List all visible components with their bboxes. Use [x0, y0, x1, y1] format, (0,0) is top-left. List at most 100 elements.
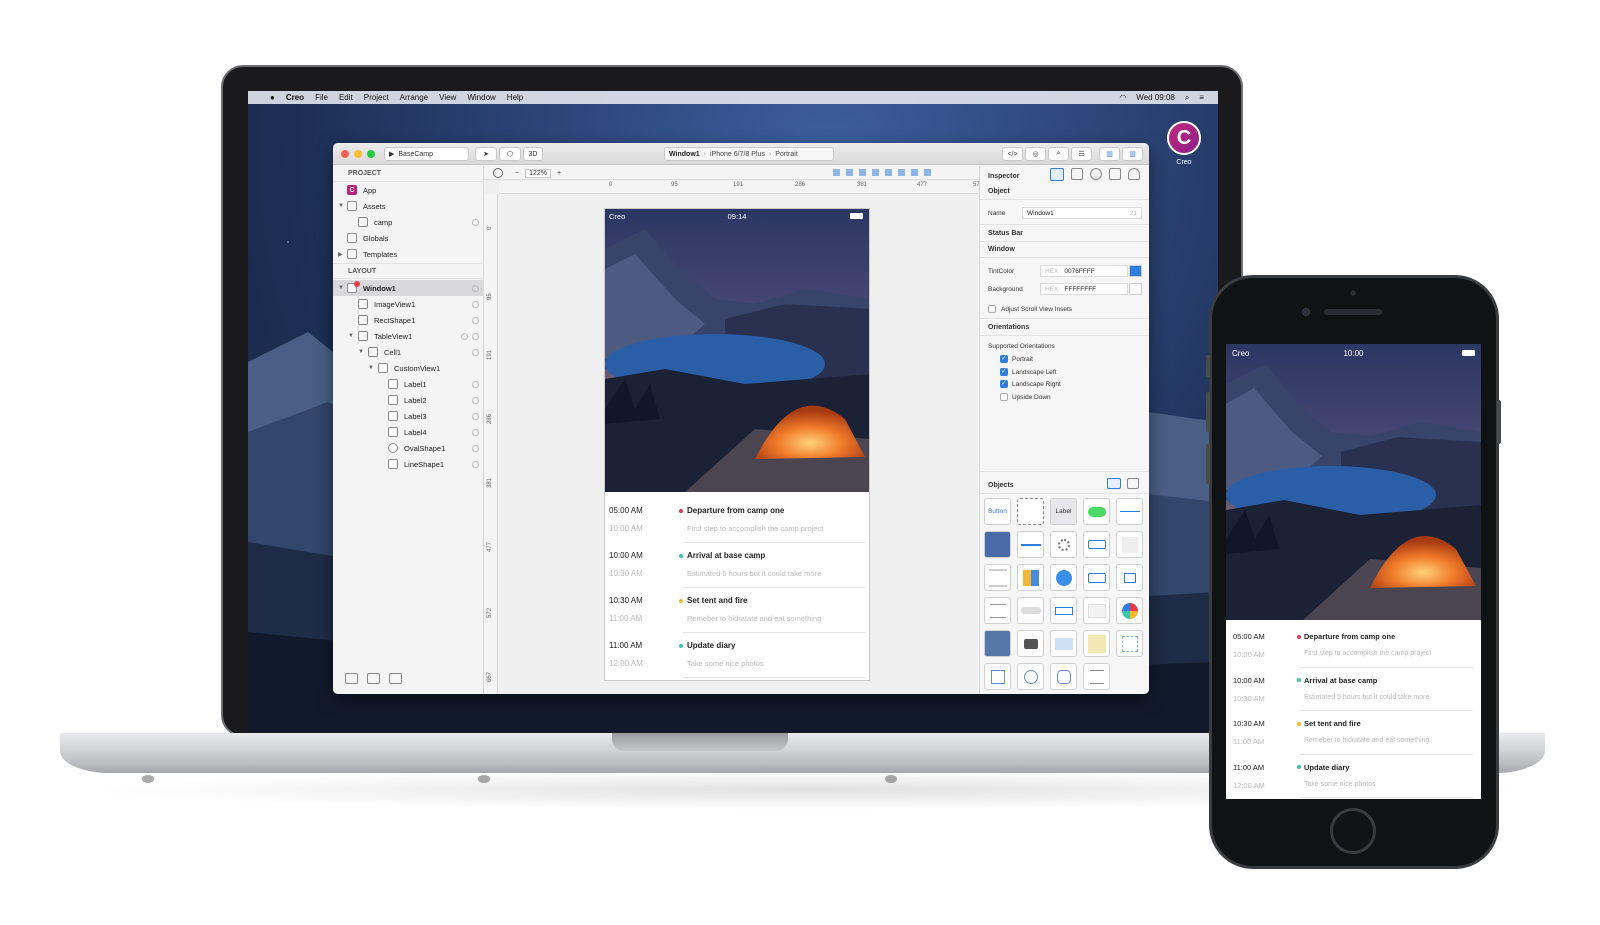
event-list[interactable]: 05:00 AM 10:00 AM Departure from camp one F… [605, 492, 869, 680]
orientation-checkbox[interactable] [1000, 367, 1008, 376]
disclosure-closed-icon[interactable]: ▶ [338, 251, 343, 258]
breadcrumb-device[interactable]: iPhone 6/7/8 Plus [710, 151, 765, 158]
object-gallery[interactable] [984, 630, 1011, 657]
align-left-icon[interactable] [833, 169, 840, 176]
camp-image[interactable] [605, 209, 870, 492]
minimize-button[interactable] [354, 150, 362, 158]
object-button[interactable]: Button [984, 498, 1011, 525]
close-button[interactable] [341, 150, 349, 158]
breadcrumb-window[interactable]: Window1 [669, 151, 700, 158]
object-dimension[interactable] [1116, 630, 1143, 657]
background-field[interactable]: HEX FFFFFFFF [1040, 283, 1128, 295]
tree-item-camp[interactable]: camp [333, 214, 484, 230]
design-canvas[interactable]: − 122% + 0 95 191 286 381 477 57 0 95 19… [485, 166, 980, 694]
visibility-icon[interactable] [472, 460, 479, 468]
align-center-icon[interactable] [846, 169, 853, 176]
tintcolor-swatch[interactable] [1129, 265, 1142, 277]
object-textfield[interactable] [1050, 597, 1077, 624]
tree-item-label4[interactable]: Label4 [333, 424, 484, 440]
tree-item-app[interactable]: C App [333, 182, 484, 198]
apple-icon[interactable]: ● [270, 93, 275, 102]
tree-item-cell1[interactable]: ▼ Cell1 [333, 344, 484, 360]
disclosure-open-icon[interactable]: ▼ [358, 349, 364, 355]
spotlight-icon[interactable]: ⌕ [1185, 93, 1189, 103]
view-3d-button[interactable]: 3D [523, 147, 543, 161]
tree-item-assets[interactable]: ▼ Assets [333, 198, 484, 214]
camp-image[interactable] [1226, 344, 1481, 620]
list-item[interactable]: 10:30 AM 11:00 AM Set tent and fire Remeber… [1226, 715, 1481, 759]
phone-screen[interactable]: Creo 10:00 05:00 AM 10:00 AM Departure fro… [1226, 344, 1481, 799]
object-webview[interactable] [1050, 564, 1077, 591]
tree-item-label1[interactable]: Label1 [333, 376, 484, 392]
event-list[interactable]: 05:00 AM 10:00 AM Departure from camp one F… [1226, 620, 1481, 799]
tree-item-label3[interactable]: Label3 [333, 408, 484, 424]
add-template-icon[interactable] [389, 673, 402, 684]
menu-help[interactable]: Help [507, 93, 523, 102]
visibility-icon[interactable] [472, 380, 479, 388]
object-rect-shape[interactable] [984, 663, 1011, 690]
visibility-icon[interactable] [472, 284, 479, 292]
object-segmented[interactable] [1083, 564, 1110, 591]
object-label[interactable]: Label [1050, 498, 1077, 525]
zoom-in-button[interactable]: + [557, 170, 561, 177]
object-stepper[interactable] [1083, 531, 1110, 558]
media-library-tab-icon[interactable] [1127, 478, 1139, 489]
creo-app-icon[interactable]: C [1167, 121, 1201, 155]
object-progress[interactable] [1017, 531, 1044, 558]
menu-window[interactable]: Window [467, 93, 495, 102]
add-asset-icon[interactable] [367, 673, 380, 684]
align-middle-icon[interactable] [885, 169, 892, 176]
objects-library-tab-icon[interactable] [1107, 478, 1121, 489]
object-view[interactable] [1017, 498, 1044, 525]
list-button[interactable]: ☰ [1071, 147, 1092, 161]
menu-project[interactable]: Project [364, 93, 389, 102]
zoom-fit-icon[interactable] [493, 168, 503, 178]
object-media-player[interactable] [1050, 630, 1077, 657]
object-slider[interactable] [1116, 498, 1143, 525]
list-item[interactable]: 10:30 AM 11:00 AM Set tent and fire Remeber… [605, 592, 869, 637]
zoom-out-button[interactable]: − [515, 170, 519, 177]
object-oval-shape[interactable] [1017, 663, 1044, 690]
disclosure-open-icon[interactable]: ▼ [338, 285, 344, 291]
object-searchbar[interactable] [1017, 597, 1044, 624]
attachment-tab-icon[interactable] [1109, 168, 1121, 180]
visibility-icon[interactable] [472, 428, 479, 436]
align-top-icon[interactable] [872, 169, 879, 176]
object-imageview[interactable] [984, 531, 1011, 558]
tree-item-rectshape1[interactable]: RectShape1 [333, 312, 484, 328]
signal-tab-icon[interactable] [1128, 168, 1140, 180]
menu-app-name[interactable]: Creo [286, 93, 304, 102]
tree-item-ovalshape1[interactable]: OvalShape1 [333, 440, 484, 456]
tree-item-tableview1[interactable]: ▼ TableView1 [333, 328, 484, 344]
add-window-icon[interactable] [345, 673, 358, 684]
object-share[interactable] [1116, 564, 1143, 591]
disclosure-open-icon[interactable]: ▼ [348, 333, 354, 339]
toggle-left-panel-button[interactable]: ▥ [1099, 147, 1120, 161]
menubar-clock[interactable]: Wed 09:08 [1136, 93, 1175, 102]
breadcrumb-orientation[interactable]: Portrait [775, 151, 798, 158]
tree-item-lineshape1[interactable]: LineShape1 [333, 456, 484, 472]
name-field[interactable]: Window1 21 [1022, 207, 1142, 219]
search-button[interactable]: ⌕ [1048, 147, 1069, 161]
list-item[interactable]: 05:00 AM 10:00 AM Departure from camp one F… [1226, 628, 1481, 672]
disclosure-open-icon[interactable]: ▼ [368, 365, 374, 371]
cube-button[interactable]: ⬡ [499, 147, 521, 161]
object-polygon-shape[interactable] [1050, 663, 1077, 690]
run-scheme-button[interactable]: ▶ BaseCamp [384, 147, 469, 161]
preview-button[interactable]: ◎ [1025, 147, 1046, 161]
orientation-checkbox[interactable] [1000, 354, 1008, 363]
list-item[interactable]: 11:00 AM 12:00 AM Update diary Take some ni… [605, 637, 869, 680]
notification-center-icon[interactable]: ≡ [1199, 93, 1204, 102]
device-preview[interactable]: Creo 09:14 05:00 AM 10:00 AM Departure fro… [604, 208, 870, 681]
visibility-icon[interactable] [472, 396, 479, 404]
tree-item-templates[interactable]: ▶ Templates [333, 246, 484, 262]
list-item[interactable]: 11:00 AM 12:00 AM Update diary Take some ni… [1226, 759, 1481, 800]
visibility-icon[interactable] [472, 444, 479, 452]
toggle-right-panel-button[interactable]: ▥ [1122, 147, 1143, 161]
list-item[interactable]: 10:00 AM 10:30 AM Arrival at base camp Esti… [605, 547, 869, 592]
distribute-vertical-icon[interactable] [924, 169, 931, 176]
menu-file[interactable]: File [315, 93, 328, 102]
disclosure-open-icon[interactable]: ▼ [338, 203, 344, 209]
tintcolor-field[interactable]: HEX 0076FFFF [1040, 265, 1128, 277]
menu-arrange[interactable]: Arrange [400, 93, 428, 102]
